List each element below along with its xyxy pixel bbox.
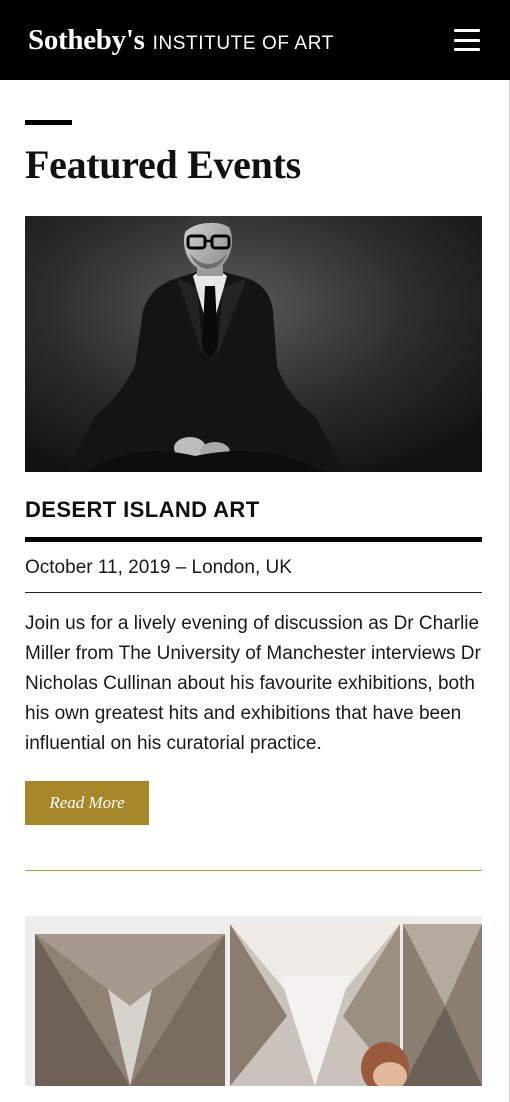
hamburger-menu-icon[interactable] [454,29,480,51]
event-separator [25,870,482,871]
site-header: Sotheby's INSTITUTE OF ART [0,0,510,80]
event-image-portrait[interactable] [25,216,482,472]
read-more-button[interactable]: Read More [25,781,149,825]
brand-name: Sotheby's [28,23,145,56]
title-divider [25,537,482,542]
event-date-location: October 11, 2019 – London, UK [25,557,292,578]
section-title: Featured Events [25,142,301,187]
brand-logo[interactable]: Sotheby's INSTITUTE OF ART [28,24,334,57]
title-accent-bar [25,120,72,125]
main-content: Featured Events DESERT ISLAND ART Octobe… [25,80,482,1086]
brand-subtitle: INSTITUTE OF ART [152,32,334,54]
event-title[interactable]: DESERT ISLAND ART [25,497,482,523]
meta-divider [25,592,482,593]
event-card: DESERT ISLAND ART October 11, 2019 – Lon… [25,216,482,825]
event-card [25,916,482,1086]
event-description: Join us for a lively evening of discussi… [25,613,481,754]
event-image-artwork[interactable] [25,916,482,1086]
